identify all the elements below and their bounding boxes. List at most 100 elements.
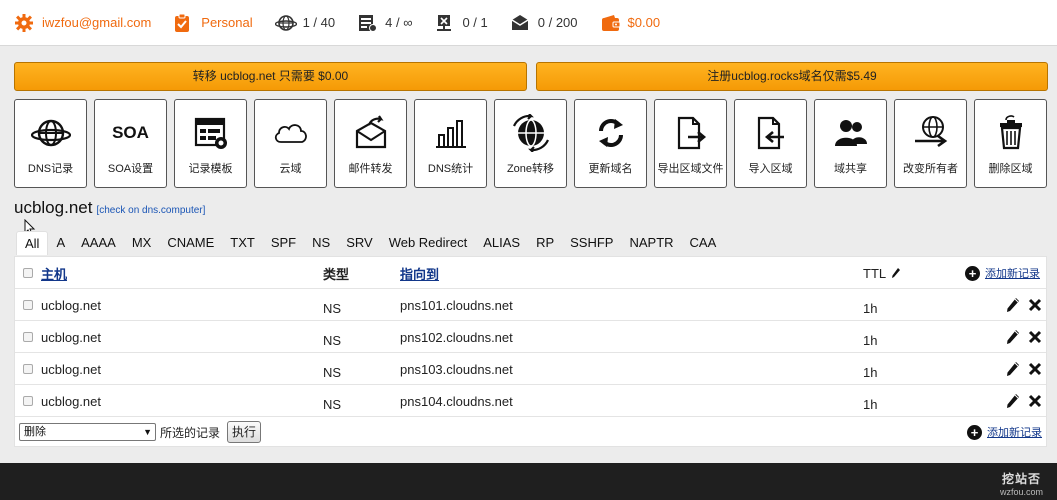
tab-caa[interactable]: CAA bbox=[682, 231, 725, 255]
table-row: ucblog.net NS pns102.cloudns.net 1h bbox=[15, 321, 1046, 353]
records-counter: 4 / ∞ bbox=[357, 13, 412, 33]
add-circle-icon[interactable]: + bbox=[967, 424, 982, 440]
tab-mx[interactable]: MX bbox=[124, 231, 160, 255]
watermark: 挖站否 wzfou.com bbox=[1000, 470, 1043, 497]
row-checkbox[interactable] bbox=[23, 364, 33, 374]
secondary-count: 0 / 1 bbox=[462, 15, 488, 30]
ttl-column-header: TTL bbox=[863, 265, 887, 281]
records-count: 4 / ∞ bbox=[385, 15, 413, 30]
plan-indicator[interactable]: Personal bbox=[173, 13, 253, 33]
table-row: ucblog.net NS pns104.cloudns.net 1h bbox=[15, 385, 1046, 417]
record-ttl: 1h bbox=[863, 364, 878, 380]
delete-x-icon[interactable] bbox=[1027, 393, 1043, 409]
tool-zone-transfer[interactable]: Zone转移 bbox=[494, 99, 567, 188]
tab-all[interactable]: All bbox=[16, 231, 49, 255]
delete-x-icon[interactable] bbox=[1027, 329, 1043, 345]
register-domain-button[interactable]: 注册ucblog.rocks域名仅需$5.49 bbox=[536, 62, 1048, 91]
records-table: 主机 类型 指向到 TTL + 添加新记录 ucblog.net NS pns1… bbox=[14, 256, 1047, 447]
tool-label: 更新域名 bbox=[588, 163, 633, 175]
tab-alias[interactable]: ALIAS bbox=[475, 231, 528, 255]
transfer-domain-button[interactable]: 转移 ucblog.net 只需要 $0.00 bbox=[14, 62, 527, 91]
tab-rp[interactable]: RP bbox=[528, 231, 562, 255]
tool-share-domain[interactable]: 域共享 bbox=[814, 99, 887, 188]
tool-import-zone[interactable]: 导入区域 bbox=[734, 99, 807, 188]
clipboard-check-icon bbox=[173, 13, 193, 33]
edit-pencil-icon[interactable] bbox=[1005, 297, 1021, 313]
add-circle-icon[interactable]: + bbox=[965, 265, 980, 281]
record-ttl: 1h bbox=[863, 332, 878, 348]
tool-dns-records[interactable]: DNS记录 bbox=[14, 99, 87, 188]
soa-text-icon: SOA bbox=[112, 108, 149, 158]
tool-dns-statistics[interactable]: DNS统计 bbox=[414, 99, 487, 188]
record-type: NS bbox=[323, 300, 342, 316]
tool-cloud-domain[interactable]: 云域 bbox=[254, 99, 327, 188]
host-column-header[interactable]: 主机 bbox=[41, 264, 67, 283]
record-host: ucblog.net bbox=[41, 297, 101, 313]
change-owner-icon bbox=[911, 108, 951, 158]
export-file-icon bbox=[674, 108, 708, 158]
tab-spf[interactable]: SPF bbox=[263, 231, 304, 255]
tab-sshfp[interactable]: SSHFP bbox=[562, 231, 621, 255]
add-record-link[interactable]: 添加新记录 bbox=[987, 424, 1042, 440]
record-type-tabs: All A AAAA MX CNAME TXT SPF NS SRV Web R… bbox=[16, 231, 724, 255]
zone-tools: DNS记录 SOA SOA设置 记录模板 云域 邮件转发 DNS统计 Zone转… bbox=[14, 99, 1054, 188]
tab-ns[interactable]: NS bbox=[304, 231, 338, 255]
tool-mail-forwarding[interactable]: 邮件转发 bbox=[334, 99, 407, 188]
delete-x-icon[interactable] bbox=[1027, 297, 1043, 313]
tool-export-zone[interactable]: 导出区域文件 bbox=[654, 99, 727, 188]
tab-cname[interactable]: CNAME bbox=[159, 231, 222, 255]
server-list-icon bbox=[357, 13, 378, 33]
record-type: NS bbox=[323, 332, 342, 348]
tab-aaaa[interactable]: AAAA bbox=[73, 231, 124, 255]
pencil-icon[interactable] bbox=[888, 265, 904, 281]
bar-chart-icon bbox=[434, 108, 468, 158]
tool-delete-zone[interactable]: 删除区域 bbox=[974, 99, 1047, 188]
tool-label: 邮件转发 bbox=[348, 163, 393, 175]
edit-pencil-icon[interactable] bbox=[1005, 393, 1021, 409]
record-points-to: pns101.cloudns.net bbox=[400, 297, 513, 313]
zones-counter: 1 / 40 bbox=[274, 13, 335, 33]
tab-web-redirect[interactable]: Web Redirect bbox=[381, 231, 476, 255]
add-record-link[interactable]: 添加新记录 bbox=[985, 265, 1040, 281]
edit-pencil-icon[interactable] bbox=[1005, 361, 1021, 377]
tool-refresh-domain[interactable]: 更新域名 bbox=[574, 99, 647, 188]
select-all-checkbox[interactable] bbox=[23, 268, 33, 278]
row-checkbox[interactable] bbox=[23, 300, 33, 310]
tool-soa-settings[interactable]: SOA SOA设置 bbox=[94, 99, 167, 188]
delete-x-icon[interactable] bbox=[1027, 361, 1043, 377]
record-points-to: pns104.cloudns.net bbox=[400, 393, 513, 409]
mail-forward-count: 0 / 200 bbox=[537, 15, 578, 30]
table-row: ucblog.net NS pns101.cloudns.net 1h bbox=[15, 289, 1046, 321]
tool-label: 删除区域 bbox=[988, 163, 1033, 175]
record-type: NS bbox=[323, 396, 342, 412]
tool-label: Zone转移 bbox=[506, 163, 555, 175]
tab-srv[interactable]: SRV bbox=[338, 231, 381, 255]
selected-records-label: 所选的记录 bbox=[160, 426, 221, 440]
tool-record-templates[interactable]: 记录模板 bbox=[174, 99, 247, 188]
account-email[interactable]: iwzfou@gmail.com bbox=[14, 13, 151, 33]
tab-naptr[interactable]: NAPTR bbox=[621, 231, 681, 255]
refresh-icon bbox=[595, 108, 627, 158]
edit-pencil-icon[interactable] bbox=[1005, 329, 1021, 345]
globe-transfer-icon bbox=[511, 108, 551, 158]
record-points-to: pns102.cloudns.net bbox=[400, 329, 513, 345]
balance-indicator[interactable]: $0.00 bbox=[600, 13, 660, 33]
tool-label: DNS统计 bbox=[427, 163, 474, 175]
row-checkbox[interactable] bbox=[23, 396, 33, 406]
wallet-icon bbox=[600, 13, 621, 33]
tab-txt[interactable]: TXT bbox=[222, 231, 263, 255]
row-checkbox[interactable] bbox=[23, 332, 33, 342]
footer-add-record[interactable]: + 添加新记录 bbox=[967, 424, 1042, 440]
check-dns-link[interactable]: [check on dns.computer] bbox=[96, 205, 205, 216]
import-file-icon bbox=[754, 108, 788, 158]
plan-text: Personal bbox=[201, 15, 253, 30]
mail-icon bbox=[510, 13, 530, 33]
record-ttl: 1h bbox=[863, 300, 878, 316]
tool-change-owner[interactable]: 改变所有者 bbox=[894, 99, 967, 188]
bulk-action-select[interactable]: 删除 ▼ bbox=[19, 423, 156, 441]
cloud-icon bbox=[271, 108, 311, 158]
tab-a[interactable]: A bbox=[48, 231, 73, 255]
globe-icon bbox=[274, 13, 297, 33]
execute-button[interactable]: 执行 bbox=[227, 421, 261, 443]
points-to-column-header[interactable]: 指向到 bbox=[400, 264, 439, 283]
